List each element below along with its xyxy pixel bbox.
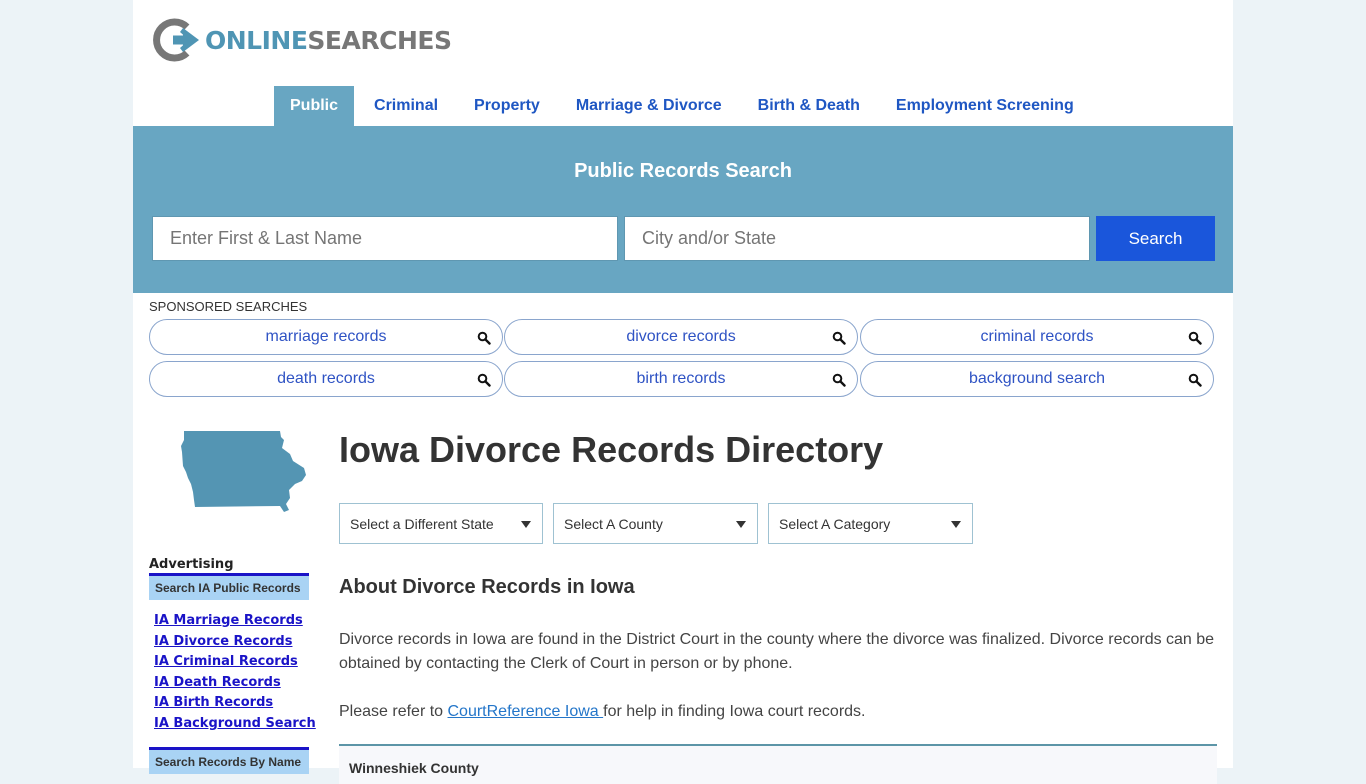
- nav-item-criminal[interactable]: Criminal: [358, 86, 454, 126]
- sponsored-pill-label: marriage records: [265, 328, 387, 345]
- search-icon: [832, 331, 846, 345]
- sponsored-pill-label: birth records: [636, 370, 726, 387]
- search-band: Public Records Search Search: [133, 126, 1233, 293]
- sponsored-pill-label: criminal records: [980, 328, 1094, 345]
- search-icon: [1188, 331, 1202, 345]
- state-select[interactable]: Select a Different State: [339, 503, 543, 544]
- page-title: Iowa Divorce Records Directory: [339, 429, 884, 470]
- sidebar-link-background-search[interactable]: IA Background Search: [154, 714, 316, 735]
- chevron-down-icon: [521, 521, 531, 528]
- sidebar-box-header-search-by-name: Search Records By Name: [149, 747, 309, 774]
- state-select-value: Select a Different State: [350, 516, 494, 532]
- advertising-label: Advertising: [149, 557, 234, 572]
- search-icon: [832, 373, 846, 387]
- nav-item-property[interactable]: Property: [458, 86, 556, 126]
- chevron-down-icon: [951, 521, 961, 528]
- sponsored-searches-label: SPONSORED SEARCHES: [149, 299, 308, 314]
- location-search-input[interactable]: [624, 216, 1090, 261]
- paragraph-prefix: Please refer to: [339, 703, 448, 720]
- county-select[interactable]: Select A County: [553, 503, 758, 544]
- sidebar-box-header-public-records: Search IA Public Records: [149, 573, 309, 600]
- search-icon: [1188, 373, 1202, 387]
- county-name[interactable]: Winneshiek County: [349, 760, 479, 776]
- sponsored-pill-marriage-records[interactable]: marriage records: [149, 319, 503, 355]
- sidebar-link-divorce-records[interactable]: IA Divorce Records: [154, 632, 316, 653]
- iowa-state-map-icon: [181, 431, 306, 512]
- nav-item-birth-death[interactable]: Birth & Death: [742, 86, 876, 126]
- circle-arrow-logo-icon: [153, 18, 199, 62]
- sidebar-link-death-records[interactable]: IA Death Records: [154, 673, 316, 694]
- about-heading: About Divorce Records in Iowa: [339, 576, 635, 598]
- county-select-value: Select A County: [564, 516, 663, 532]
- chevron-down-icon: [736, 521, 746, 528]
- paragraph-suffix: for help in finding Iowa court records.: [603, 703, 866, 720]
- category-select-value: Select A Category: [779, 516, 891, 532]
- name-search-input[interactable]: [152, 216, 618, 261]
- sponsored-pill-divorce-records[interactable]: divorce records: [504, 319, 858, 355]
- sidebar-link-marriage-records[interactable]: IA Marriage Records: [154, 611, 316, 632]
- sponsored-pill-label: death records: [277, 370, 375, 387]
- court-reference-link[interactable]: CourtReference Iowa: [448, 703, 604, 720]
- nav-item-public[interactable]: Public: [274, 86, 355, 126]
- sponsored-pill-label: background search: [968, 370, 1106, 387]
- sponsored-pill-death-records[interactable]: death records: [149, 361, 503, 397]
- sponsored-pill-birth-records[interactable]: birth records: [504, 361, 858, 397]
- search-icon: [477, 331, 491, 345]
- county-listing: Winneshiek County: [339, 744, 1217, 784]
- main-nav: Public Criminal Property Marriage & Divo…: [274, 86, 1094, 126]
- page-container: ONLINESEARCHES Public Criminal Property …: [133, 0, 1233, 784]
- sponsored-pill-criminal-records[interactable]: criminal records: [860, 319, 1214, 355]
- sponsored-pill-background-search[interactable]: background search: [860, 361, 1214, 397]
- court-reference-paragraph: Please refer to CourtReference Iowa for …: [339, 700, 1219, 724]
- logo-text-online: ONLINE: [205, 25, 308, 55]
- category-select[interactable]: Select A Category: [768, 503, 973, 544]
- about-paragraph: Divorce records in Iowa are found in the…: [339, 631, 1215, 672]
- site-logo[interactable]: ONLINESEARCHES: [153, 18, 452, 62]
- sidebar-link-birth-records[interactable]: IA Birth Records: [154, 693, 316, 714]
- sidebar-links: IA Marriage Records IA Divorce Records I…: [154, 611, 316, 735]
- search-band-title: Public Records Search: [574, 160, 792, 182]
- sidebar-link-criminal-records[interactable]: IA Criminal Records: [154, 652, 316, 673]
- nav-item-employment-screening[interactable]: Employment Screening: [880, 86, 1090, 126]
- search-button[interactable]: Search: [1096, 216, 1215, 261]
- nav-item-marriage-divorce[interactable]: Marriage & Divorce: [560, 86, 738, 126]
- search-icon: [477, 373, 491, 387]
- logo-text-searches: SEARCHES: [307, 25, 452, 55]
- sponsored-pill-label: divorce records: [626, 328, 736, 345]
